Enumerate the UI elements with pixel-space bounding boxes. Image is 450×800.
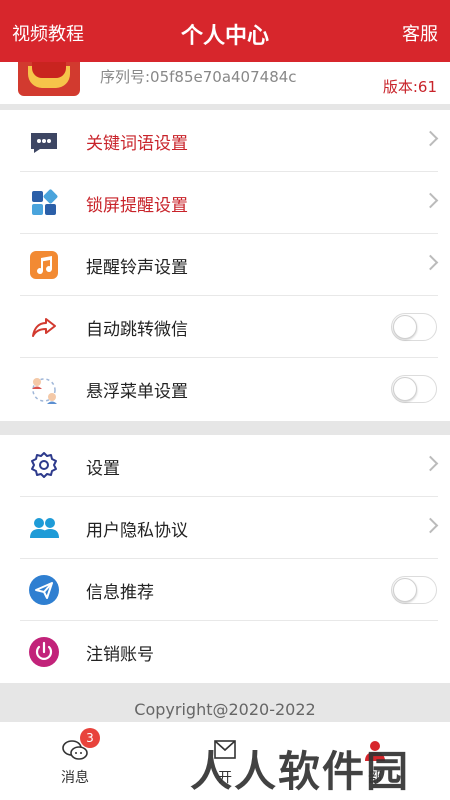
menu-item-keywords[interactable]: 关键词语设置 xyxy=(0,110,450,172)
menu-item-label: 设置 xyxy=(86,459,120,479)
chevron-right-icon xyxy=(422,192,439,209)
chevron-right-icon xyxy=(422,130,439,147)
unread-badge: 3 xyxy=(80,728,100,748)
chevron-right-icon xyxy=(422,517,439,534)
app-grid-icon xyxy=(32,189,58,215)
copyright-text: Copyright@2020-2022 xyxy=(134,700,316,719)
toggle-knob xyxy=(393,377,417,401)
menu-item-ringtone[interactable]: 提醒铃声设置 xyxy=(0,234,450,296)
menu-item-label: 信息推荐 xyxy=(86,583,154,603)
customer-service-link[interactable]: 客服 xyxy=(402,20,438,46)
tab-messages[interactable]: 3 消息 xyxy=(0,722,150,800)
menu-item-auto-jump-wechat[interactable]: 自动跳转微信 xyxy=(0,296,450,358)
menu-item-settings[interactable]: 设置 xyxy=(0,435,450,497)
version-label: 版本:61 xyxy=(382,78,437,96)
menu-item-floating-menu[interactable]: 悬浮菜单设置 xyxy=(0,358,450,420)
tab-label: 消息 xyxy=(61,770,89,786)
watermark: 人人软件园 xyxy=(190,747,411,796)
share-arrow-icon xyxy=(32,318,56,337)
menu-item-deactivate-account[interactable]: 注销账号 xyxy=(0,621,450,683)
chevron-right-icon xyxy=(422,455,439,472)
profile-card: 序列号:05f85e70a407484c 版本:61 xyxy=(0,62,450,104)
chevron-right-icon xyxy=(422,254,439,271)
page-title: 个人中心 xyxy=(180,24,269,49)
toggle-knob xyxy=(393,315,417,339)
power-icon xyxy=(29,637,59,667)
menu-item-recommendation[interactable]: 信息推荐 xyxy=(0,559,450,621)
chat-bubble-icon xyxy=(31,133,57,153)
menu-item-lockscreen[interactable]: 锁屏提醒设置 xyxy=(0,172,450,234)
music-note-icon xyxy=(30,251,58,279)
recommendation-toggle[interactable] xyxy=(391,576,437,604)
menu-item-label: 用户隐私协议 xyxy=(86,521,188,541)
floating-menu-toggle[interactable] xyxy=(391,375,437,403)
serial-number: 序列号:05f85e70a407484c xyxy=(100,68,297,86)
header-bar: 视频教程 个人中心 客服 xyxy=(0,0,450,62)
toggle-knob xyxy=(393,578,417,602)
settings-group-primary: 关键词语设置 锁屏提醒设置 提醒铃声设置 自动跳转微信 悬浮菜单设置 xyxy=(0,110,450,421)
settings-group-secondary: 设置 用户隐私协议 信息推荐 注销账号 xyxy=(0,435,450,683)
menu-item-label: 悬浮菜单设置 xyxy=(86,382,188,402)
menu-item-label: 提醒铃声设置 xyxy=(86,258,188,278)
gear-icon xyxy=(31,452,57,478)
avatar-shape-inner xyxy=(32,62,66,78)
avatar[interactable] xyxy=(18,62,80,96)
users-icon xyxy=(30,518,59,538)
auto-jump-toggle[interactable] xyxy=(391,313,437,341)
menu-item-label: 锁屏提醒设置 xyxy=(86,196,188,216)
menu-item-privacy[interactable]: 用户隐私协议 xyxy=(0,497,450,559)
menu-item-label: 自动跳转微信 xyxy=(86,320,188,340)
menu-item-label: 关键词语设置 xyxy=(86,134,188,154)
menu-item-label: 注销账号 xyxy=(86,645,154,665)
paper-plane-icon xyxy=(29,575,59,605)
floating-menu-icon xyxy=(32,378,57,404)
